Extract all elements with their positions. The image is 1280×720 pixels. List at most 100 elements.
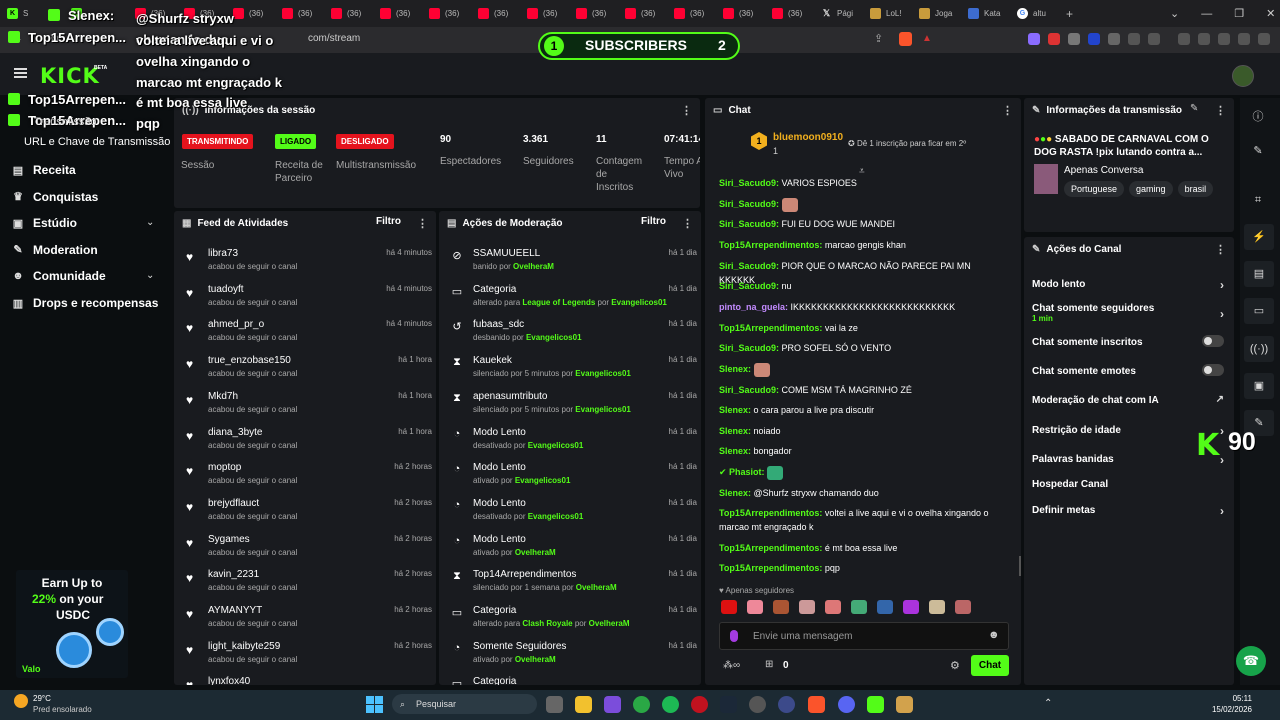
- task-view-icon[interactable]: [546, 696, 563, 713]
- moderation-row[interactable]: ▭ Categoria: [447, 672, 697, 685]
- chrome-icon[interactable]: [633, 696, 650, 713]
- chat-username[interactable]: Slenex:: [719, 405, 751, 415]
- brave-icon[interactable]: [808, 696, 825, 713]
- support-headset-icon[interactable]: ☎: [1236, 646, 1266, 676]
- broadcast-icon[interactable]: ((·)): [1244, 336, 1274, 362]
- moderation-row[interactable]: ▭ Categoria alterado para League of Legend…: [447, 280, 697, 314]
- more-options-icon[interactable]: ⋮: [1002, 104, 1013, 117]
- chat-username[interactable]: Top15Arrependimentos:: [719, 563, 822, 573]
- browser-tab[interactable]: (36): [422, 0, 471, 27]
- kick-app-icon[interactable]: [867, 696, 884, 713]
- browser-tab[interactable]: Joga: [912, 0, 961, 27]
- layout-icon[interactable]: ▣: [1244, 373, 1274, 399]
- feed-row[interactable]: ♥ light_kaibyte259 acabou de seguir o cana…: [182, 637, 432, 671]
- gift-points-icon[interactable]: ⊞: [765, 659, 773, 670]
- moderation-row[interactable]: ▭ Categoria alterado para Clash Royale por…: [447, 601, 697, 635]
- feed-username[interactable]: Sygames: [208, 534, 250, 545]
- chat-username[interactable]: Slenex:: [719, 488, 751, 498]
- moderation-by[interactable]: OvelheraM: [513, 262, 554, 271]
- emote-icon[interactable]: [955, 600, 971, 614]
- file-explorer-icon[interactable]: [575, 696, 592, 713]
- chat-username[interactable]: Top15Arrependimentos:: [719, 323, 822, 333]
- moderation-by[interactable]: Evangelicos01: [575, 405, 631, 414]
- chat-message-input[interactable]: Envie uma mensagem ☻: [719, 622, 1009, 650]
- feed-row[interactable]: ♥ lynxfox40: [182, 672, 432, 685]
- chat-username[interactable]: Siri_Sacudo9:: [719, 199, 779, 209]
- tag-pill[interactable]: gaming: [1129, 181, 1173, 197]
- chat-bubble-icon[interactable]: ▭: [1244, 298, 1274, 324]
- lightning-icon[interactable]: ⚡: [1244, 224, 1274, 250]
- sidebar-toggle-icon[interactable]: [1178, 33, 1190, 45]
- sidebar-item-conquistas[interactable]: ♛ Conquistas: [12, 190, 98, 204]
- info-icon[interactable]: ⓘ: [1251, 108, 1265, 123]
- browser-tab[interactable]: (36): [569, 0, 618, 27]
- moderation-filter-button[interactable]: Filtro: [641, 216, 666, 227]
- chat-username[interactable]: Siri_Sacudo9:: [719, 219, 779, 229]
- extension-icon[interactable]: [1088, 33, 1100, 45]
- browser-tab[interactable]: Kata: [961, 0, 1010, 27]
- emote-icon[interactable]: [799, 600, 815, 614]
- more-options-icon[interactable]: ⋮: [681, 104, 692, 117]
- moderation-by[interactable]: OvelheraM: [576, 583, 617, 592]
- moderation-by[interactable]: OvelheraM: [515, 655, 556, 664]
- close-window-icon[interactable]: ✕: [1266, 7, 1275, 20]
- feed-row[interactable]: ♥ tuadoyft acabou de seguir o canal há 4 mi…: [182, 280, 432, 314]
- extension-icon[interactable]: [1028, 33, 1040, 45]
- share-icon[interactable]: ⇪: [874, 32, 883, 45]
- browser-tab[interactable]: Galtu: [1010, 0, 1059, 27]
- chat-username[interactable]: Siri_Sacudo9:: [719, 261, 779, 271]
- moderation-target[interactable]: Top14Arrependimentos: [473, 569, 576, 580]
- crop-icon[interactable]: ⌗: [1251, 194, 1265, 208]
- feed-filter-button[interactable]: Filtro: [376, 216, 401, 227]
- url-field[interactable]: com/stream: [308, 33, 360, 44]
- sidebar-item-url-key[interactable]: URL e Chave de Transmissão: [24, 136, 170, 148]
- puzzle-icon[interactable]: [1128, 33, 1140, 45]
- tab-search-icon[interactable]: ⌄: [1170, 7, 1179, 20]
- moderation-by[interactable]: Evangelicos01: [528, 441, 584, 450]
- browser-tab[interactable]: (36): [716, 0, 765, 27]
- feed-row[interactable]: ♥ kavin_2231 acabou de seguir o canal há 2 …: [182, 565, 432, 599]
- moderation-by[interactable]: Evangelicos01: [515, 476, 571, 485]
- tag-pill[interactable]: brasil: [1177, 181, 1214, 197]
- promo-banner[interactable]: Earn Up to 22% on your USDC Valo: [16, 570, 128, 678]
- maximize-icon[interactable]: ❐: [1234, 7, 1244, 20]
- chat-username[interactable]: Siri_Sacudo9:: [719, 281, 779, 291]
- feed-row[interactable]: ♥ brejydflauct acabou de seguir o canal há …: [182, 494, 432, 528]
- chat-username[interactable]: Top15Arrependimentos:: [719, 543, 822, 553]
- feed-username[interactable]: moptop: [208, 462, 241, 473]
- discord-icon[interactable]: [838, 696, 855, 713]
- emote-icon[interactable]: [747, 600, 763, 614]
- minimize-icon[interactable]: —: [1201, 8, 1212, 20]
- browser-tab[interactable]: (36): [765, 0, 814, 27]
- moderation-by[interactable]: Evangelicos01: [611, 298, 667, 307]
- moderation-target[interactable]: Categoria: [473, 676, 516, 685]
- wallet-icon[interactable]: [1198, 33, 1210, 45]
- tray-chevron-icon[interactable]: ⌃: [1044, 698, 1052, 709]
- feed-username[interactable]: lynxfox40: [208, 676, 250, 685]
- extension-icon[interactable]: [1218, 33, 1230, 45]
- tag-pill[interactable]: Portuguese: [1064, 181, 1125, 197]
- vpn-icon[interactable]: [1238, 33, 1250, 45]
- chat-username[interactable]: pinto_na_guela:: [719, 302, 788, 312]
- channel-action-hospedar-canal[interactable]: Hospedar Canal: [1032, 479, 1224, 490]
- sidebar-item-receita[interactable]: ▤ Receita: [12, 163, 76, 177]
- feed-row[interactable]: ♥ moptop acabou de seguir o canal há 2 hora…: [182, 458, 432, 492]
- feed-username[interactable]: true_enzobase150: [208, 355, 291, 366]
- chevron-down-icon[interactable]: ⌄: [146, 270, 154, 281]
- browser-tab[interactable]: (36): [520, 0, 569, 27]
- hamburger-menu-icon[interactable]: [14, 68, 27, 78]
- moderation-row[interactable]: ◔ Modo Lento ativado por OvelheraM há 1 dia: [447, 530, 697, 564]
- opera-icon[interactable]: [691, 696, 708, 713]
- sidebar-item-moderation[interactable]: ✎ Moderation: [12, 243, 97, 257]
- taskbar-search[interactable]: ⌕ Pesquisar: [392, 694, 537, 714]
- moderation-row[interactable]: ⧗ Top14Arrependimentos silenciado por 1 se…: [447, 565, 697, 599]
- browser-tab[interactable]: (36): [618, 0, 667, 27]
- moderation-target[interactable]: Categoria: [473, 605, 516, 616]
- app-icon[interactable]: [778, 696, 795, 713]
- avatar[interactable]: [1232, 65, 1254, 87]
- feed-row[interactable]: ♥ AYMANYYT acabou de seguir o canal há 2 ho…: [182, 601, 432, 635]
- toggle-switch[interactable]: [1202, 335, 1224, 347]
- browser-tab[interactable]: (36): [667, 0, 716, 27]
- browser-tab[interactable]: (36): [471, 0, 520, 27]
- moderation-row[interactable]: ◔ Modo Lento desativado por Evangelicos01 h…: [447, 494, 697, 528]
